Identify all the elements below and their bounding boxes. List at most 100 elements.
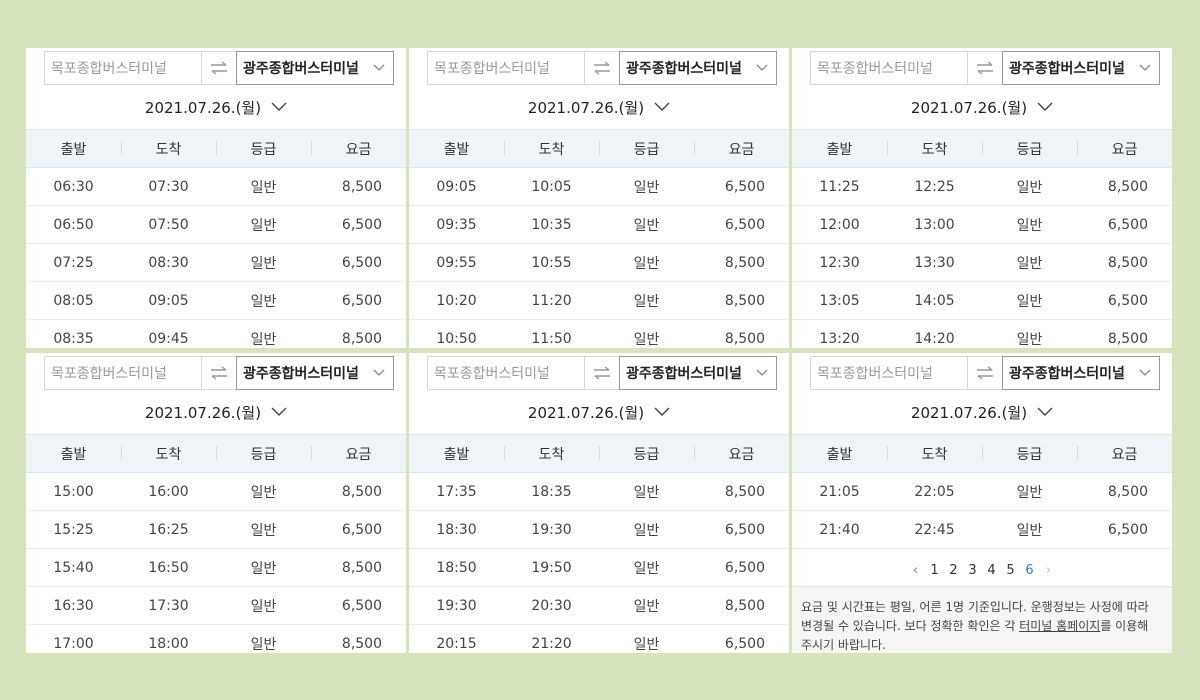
grade: 일반 [1016,293,1043,310]
timetable-panel: 목포종합버스터미널 광주종합버스터미널 2021.07.26.(월) 출발 도착… [26,48,406,348]
column-header-grade: 등급 [216,139,311,159]
page-link-2[interactable]: 2 [944,563,963,578]
departure-time: 13:05 [819,292,860,309]
column-header-fare: 요금 [694,444,789,464]
chevron-down-icon [654,407,670,417]
arrival-time: 18:35 [531,483,572,500]
departure-time: 17:35 [436,483,477,500]
grade: 일반 [250,560,277,577]
chevron-down-icon [654,102,670,112]
page-link-5[interactable]: 5 [1001,563,1020,578]
departure-time: 19:30 [436,597,477,614]
arrival-time: 19:50 [531,559,572,576]
swap-arrows-icon[interactable] [968,357,1002,389]
departure-input[interactable]: 목포종합버스터미널 [428,52,585,84]
fare: 8,500 [341,483,382,500]
departure-input[interactable]: 목포종합버스터미널 [811,357,968,389]
table-row: 13:05 14:05 일반 6,500 [792,282,1172,320]
departure-time: 17:00 [53,635,94,652]
table-row: 06:30 07:30 일반 8,500 [26,168,406,206]
grade: 일반 [633,255,660,272]
table-body: 17:35 18:35 일반 8,500 18:30 19:30 일반 6,500 18:50 1… [409,473,789,653]
fare: 6,500 [724,178,765,195]
grade: 일반 [633,217,660,234]
arrival-select[interactable]: 광주종합버스터미널 [619,356,777,390]
swap-arrows-icon[interactable] [585,357,619,389]
table-row: 10:50 11:50 일반 8,500 [409,320,789,348]
departure-time: 15:40 [53,559,94,576]
table-row: 10:20 11:20 일반 8,500 [409,282,789,320]
departure-time: 18:30 [436,521,477,538]
date-selector[interactable]: 2021.07.26.(월) [792,390,1172,434]
fare: 6,500 [341,292,382,309]
arrival-select-label: 광주종합버스터미널 [626,366,742,382]
departure-time: 21:05 [819,483,860,500]
table-row: 07:25 08:30 일반 6,500 [26,244,406,282]
swap-arrows-icon[interactable] [968,52,1002,84]
date-label: 2021.07.26.(월) [527,98,645,117]
column-header-fare: 요금 [694,139,789,159]
swap-arrows-icon[interactable] [202,52,236,84]
arrival-time: 10:05 [531,178,572,195]
table-row: 20:15 21:20 일반 6,500 [409,625,789,653]
departure-time: 08:05 [53,292,94,309]
departure-time: 09:35 [436,216,477,233]
swap-arrows-icon[interactable] [585,52,619,84]
departure-input[interactable]: 목포종합버스터미널 [45,52,202,84]
chevron-down-icon [1139,369,1151,377]
arrival-select[interactable]: 광주종합버스터미널 [619,51,777,85]
column-header-fare: 요금 [1077,139,1172,159]
arrival-select[interactable]: 광주종합버스터미널 [1002,51,1160,85]
arrival-time: 10:55 [531,254,572,271]
column-header-fare: 요금 [311,139,406,159]
column-header-departure: 출발 [60,446,87,463]
swap-arrows-icon[interactable] [202,357,236,389]
table-row: 15:00 16:00 일반 8,500 [26,473,406,511]
page-link-1[interactable]: 1 [925,563,944,578]
arrival-select[interactable]: 광주종합버스터미널 [236,51,394,85]
date-label: 2021.07.26.(월) [527,403,645,422]
date-selector[interactable]: 2021.07.26.(월) [792,85,1172,129]
date-selector[interactable]: 2021.07.26.(월) [409,390,789,434]
page-link-6[interactable]: 6 [1020,563,1039,578]
arrival-time: 07:50 [148,216,189,233]
arrival-time: 13:00 [914,216,955,233]
date-label: 2021.07.26.(월) [144,403,262,422]
table-row: 11:25 12:25 일반 8,500 [792,168,1172,206]
chevron-down-icon [373,369,385,377]
date-selector[interactable]: 2021.07.26.(월) [26,390,406,434]
departure-time: 15:25 [53,521,94,538]
table-header: 출발 도착 등급 요금 [409,129,789,168]
departure-time: 13:20 [819,330,860,347]
arrival-select[interactable]: 광주종합버스터미널 [236,356,394,390]
arrival-time: 13:30 [914,254,955,271]
arrival-time: 11:20 [531,292,572,309]
grade: 일반 [633,522,660,539]
departure-input[interactable]: 목포종합버스터미널 [45,357,202,389]
arrival-time: 19:30 [531,521,572,538]
table-body: 09:05 10:05 일반 6,500 09:35 10:35 일반 6,500 09:55 1… [409,168,789,348]
date-selector[interactable]: 2021.07.26.(월) [409,85,789,129]
next-page-button[interactable]: › [1039,563,1058,578]
arrival-select[interactable]: 광주종합버스터미널 [1002,356,1160,390]
fare: 6,500 [1107,216,1148,233]
column-header-grade: 등급 [599,139,694,159]
date-selector[interactable]: 2021.07.26.(월) [26,85,406,129]
departure-input[interactable]: 목포종합버스터미널 [428,357,585,389]
column-header-arrival: 도착 [504,139,599,159]
terminal-homepage-link[interactable]: 터미널 홈페이지 [1019,619,1100,633]
route-selector: 목포종합버스터미널 광주종합버스터미널 [810,356,1160,390]
timetable-panel: 목포종합버스터미널 광주종합버스터미널 2021.07.26.(월) 출발 도착… [792,48,1172,348]
departure-input[interactable]: 목포종합버스터미널 [811,52,968,84]
notice-text: 요금 및 시간표는 평일, 어른 1명 기준입니다. 운행정보는 사정에 따라 … [792,586,1172,653]
page-link-3[interactable]: 3 [963,563,982,578]
fare: 8,500 [724,483,765,500]
column-header-grade: 등급 [216,444,311,464]
table-row: 08:35 09:45 일반 8,500 [26,320,406,348]
arrival-time: 16:00 [148,483,189,500]
table-row: 18:30 19:30 일반 6,500 [409,511,789,549]
grade: 일반 [1016,331,1043,348]
prev-page-button[interactable]: ‹ [906,563,925,578]
page-link-4[interactable]: 4 [982,563,1001,578]
grade: 일반 [250,255,277,272]
